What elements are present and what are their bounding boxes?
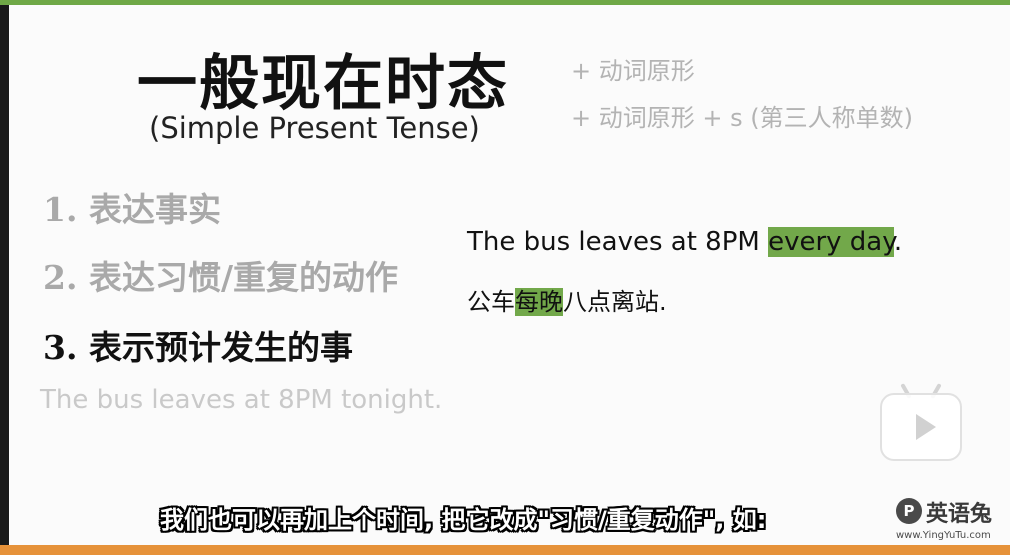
rabbit-logo-icon: P [896,498,922,524]
example-en-highlight: every day [768,227,894,257]
point-habits: 2. 表达习惯/重复的动作 [43,258,398,297]
example-zh-highlight: 每晚 [515,288,563,316]
example-zh-after: 八点离站. [563,288,667,316]
subtitle-caption: 我们也可以再加上个时间, 把它改成"习惯/重复动作", 如: [160,506,767,534]
logo-name: 英语兔 [926,501,993,527]
play-icon [916,414,936,440]
slide-title: 一般现在时态 [137,49,509,119]
example-zh-before: 公车 [467,288,515,316]
lesson-slide: 一般现在时态 (Simple Present Tense) + 动词原形 + 动… [9,5,1010,550]
bottom-accent-bar [0,545,1010,555]
example-en-before: The bus leaves at 8PM [467,227,769,257]
example-sentence-zh: 公车每晚八点离站. [467,282,667,317]
left-border-strip [0,5,9,550]
example-sentence-en: The bus leaves at 8PM every day. [467,227,902,257]
logo-url: www.YingYuTu.com [896,530,991,541]
slide-subtitle: (Simple Present Tense) [149,111,480,145]
rule-third-person: + 动词原形 + s (第三人称单数) [571,104,913,132]
point-scheduled: 3. 表示预计发生的事 [43,328,353,367]
point-facts: 1. 表达事实 [43,190,221,229]
channel-logo: P 英语兔 www.YingYuTu.com [896,496,1002,542]
play-button[interactable] [880,383,962,461]
rule-base-verb: + 动词原形 [571,57,695,85]
example-en-after: . [893,227,903,257]
faded-example-sentence: The bus leaves at 8PM tonight. [40,385,443,415]
